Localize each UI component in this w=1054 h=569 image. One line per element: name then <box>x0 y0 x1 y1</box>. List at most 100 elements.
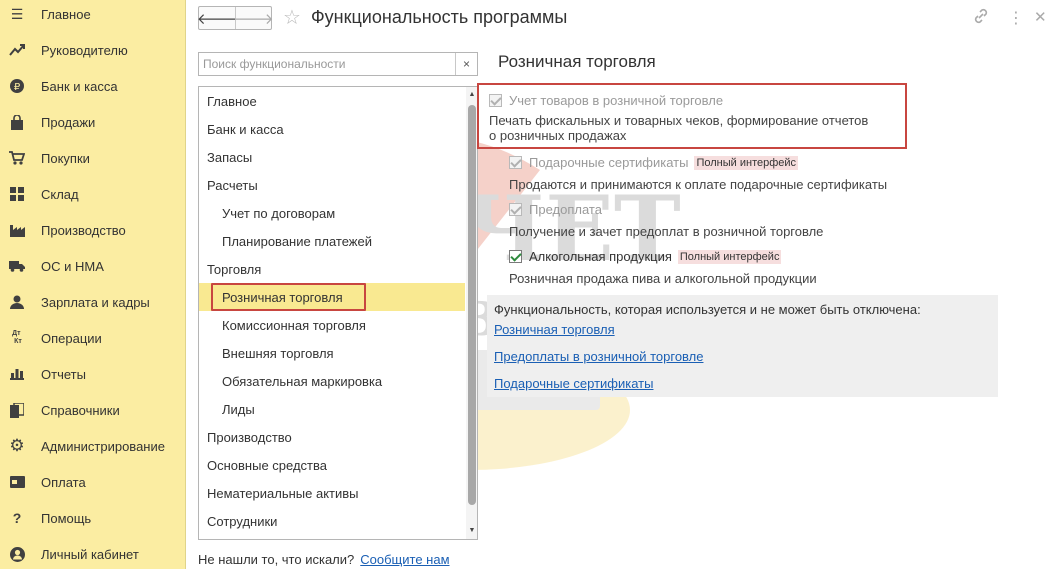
sidebar-item-label: Склад <box>41 186 79 202</box>
svg-text:₽: ₽ <box>14 82 21 93</box>
sidebar-item-label: Производство <box>41 222 126 238</box>
sidebar-item-label: Руководителю <box>41 42 128 58</box>
tree-item-label: Сотрудники <box>207 513 278 529</box>
sidebar-item-purchases[interactable]: Покупки <box>0 140 186 176</box>
sidebar-item-director[interactable]: Руководителю <box>0 32 186 68</box>
tree-item-label: Внешняя торговля <box>222 345 334 361</box>
menu-icon: ☰ <box>10 6 24 22</box>
tree-item-employees[interactable]: Сотрудники <box>199 507 465 535</box>
tree-item-leads[interactable]: Лиды <box>199 395 465 423</box>
prepayment-checkbox[interactable] <box>509 203 522 216</box>
ruble-icon: ₽ <box>9 78 25 94</box>
sidebar-item-help[interactable]: ? Помощь <box>0 500 186 536</box>
sidebar: ☰ Главное Руководителю ₽ Банк и касса Пр… <box>0 0 186 569</box>
retail-accounting-checkbox[interactable] <box>489 94 502 107</box>
tree-item-main[interactable]: Главное <box>199 87 465 115</box>
sidebar-item-warehouse[interactable]: Склад <box>0 176 186 212</box>
sidebar-item-payment[interactable]: Оплата <box>0 464 186 500</box>
option-gift-certificates[interactable]: Подарочные сертификаты Полный интерфейс <box>509 155 799 170</box>
feedback-text: Не нашли то, что искали? <box>198 552 355 567</box>
link-retail-prepayments[interactable]: Предоплаты в розничной торговле <box>494 349 703 364</box>
option-description: Продаются и принимаются к оплате подароч… <box>509 177 888 192</box>
tree-item-foreign-trade[interactable]: Внешняя торговля <box>199 339 465 367</box>
sidebar-item-label: Справочники <box>41 402 120 418</box>
sidebar-item-label: Отчеты <box>41 366 86 382</box>
sidebar-item-administration[interactable]: ⚙ Администрирование <box>0 428 186 464</box>
star-icon[interactable]: ☆ <box>283 5 301 30</box>
description-line: Печать фискальных и товарных чеков, форм… <box>489 113 869 128</box>
tree-item-contracts[interactable]: Учет по договорам <box>199 199 465 227</box>
option-label: Учет товаров в розничной торговле <box>509 93 724 108</box>
tree-item-trade[interactable]: Торговля <box>199 255 465 283</box>
link-icon[interactable] <box>973 8 989 28</box>
sidebar-item-sales[interactable]: Продажи <box>0 104 186 140</box>
tree-item-bank[interactable]: Банк и касса <box>199 115 465 143</box>
option-label: Алкогольная продукция <box>529 249 672 264</box>
tree-item-stock[interactable]: Запасы <box>199 143 465 171</box>
tree-item-settlements[interactable]: Расчеты <box>199 171 465 199</box>
more-icon[interactable]: ⋮ <box>1008 8 1024 28</box>
sidebar-item-label: Оплата <box>41 474 86 490</box>
sidebar-item-fixed-assets[interactable]: ОС и НМА <box>0 248 186 284</box>
sidebar-item-account[interactable]: Личный кабинет <box>0 536 186 569</box>
search-input[interactable] <box>199 53 455 75</box>
option-retail-accounting[interactable]: Учет товаров в розничной торговле <box>489 93 723 108</box>
sidebar-item-directories[interactable]: Справочники <box>0 392 186 428</box>
section-title: Розничная торговля <box>498 52 656 71</box>
search-clear-button[interactable]: × <box>455 53 477 75</box>
sidebar-item-production[interactable]: Производство <box>0 212 186 248</box>
scroll-down-icon[interactable]: ▼ <box>466 525 477 537</box>
sidebar-item-salary[interactable]: Зарплата и кадры <box>0 284 186 320</box>
link-retail-trade[interactable]: Розничная торговля <box>494 322 615 337</box>
sidebar-item-label: Продажи <box>41 114 96 130</box>
close-icon[interactable]: ✕ <box>1034 8 1047 26</box>
option-description: Розничная продажа пива и алкогольной про… <box>509 271 817 286</box>
page-title: Функциональность программы <box>311 7 568 27</box>
tree-item-label: Производство <box>207 429 292 445</box>
option-description: Печать фискальных и товарных чеков, форм… <box>489 113 868 143</box>
sidebar-item-label: Банк и касса <box>41 78 118 94</box>
forward-button[interactable]: 🡒 <box>233 7 274 29</box>
sidebar-item-operations[interactable]: Дт Кт Операции <box>0 320 186 356</box>
selection-highlight-frame <box>211 283 366 311</box>
tree-item-label: Комиссионная торговля <box>222 317 366 333</box>
tree-scrollbar[interactable]: ▲ ▼ <box>466 87 477 539</box>
arrow-left-icon: 🡐 <box>196 10 238 28</box>
nav-buttons: 🡐 🡒 <box>196 6 274 30</box>
tree-item-label: Обязательная маркировка <box>222 373 383 389</box>
sidebar-item-label: Зарплата и кадры <box>41 294 150 310</box>
sidebar-item-label: ОС и НМА <box>41 258 104 274</box>
tree-item-commission[interactable]: Комиссионная торговля <box>199 311 465 339</box>
factory-icon <box>9 222 25 238</box>
alcohol-checkbox[interactable] <box>509 250 522 263</box>
option-label: Подарочные сертификаты <box>529 155 689 170</box>
user-circle-icon <box>9 546 25 562</box>
tree-item-label: Учет по договорам <box>222 205 336 221</box>
tree-item-label: Главное <box>207 93 257 109</box>
sidebar-item-bank[interactable]: ₽ Банк и касса <box>0 68 186 104</box>
tree-item-intangibles[interactable]: Нематериальные активы <box>199 479 465 507</box>
bar-chart-icon <box>9 366 25 382</box>
gift-certificates-checkbox[interactable] <box>509 156 522 169</box>
tree-item-label: Нематериальные активы <box>207 485 359 501</box>
tree-item-payment-planning[interactable]: Планирование платежей <box>199 227 465 255</box>
tree-item-production[interactable]: Производство <box>199 423 465 451</box>
tree-item-marking[interactable]: Обязательная маркировка <box>199 367 465 395</box>
option-prepayment[interactable]: Предоплата <box>509 202 602 217</box>
dt-kt-icon: Дт Кт <box>12 330 22 345</box>
search-box: × <box>198 52 478 76</box>
description-line: о розничных продажах <box>489 128 627 143</box>
sidebar-item-reports[interactable]: Отчеты <box>0 356 186 392</box>
functionality-tree: Главное Банк и касса Запасы Расчеты Учет… <box>198 86 478 540</box>
scroll-thumb[interactable] <box>468 105 476 505</box>
tree-item-fixed-assets[interactable]: Основные средства <box>199 451 465 479</box>
link-gift-certificates[interactable]: Подарочные сертификаты <box>494 376 653 391</box>
sidebar-item-label: Главное <box>41 6 91 22</box>
back-button[interactable]: 🡐 <box>196 7 238 29</box>
person-icon <box>9 294 25 310</box>
sidebar-item-main[interactable]: ☰ Главное <box>0 0 186 32</box>
tree-item-label: Лиды <box>222 401 255 417</box>
option-alcohol[interactable]: Алкогольная продукция Полный интерфейс <box>509 249 782 264</box>
feedback-link[interactable]: Сообщите нам <box>360 552 449 567</box>
sidebar-item-label: Помощь <box>41 510 92 526</box>
